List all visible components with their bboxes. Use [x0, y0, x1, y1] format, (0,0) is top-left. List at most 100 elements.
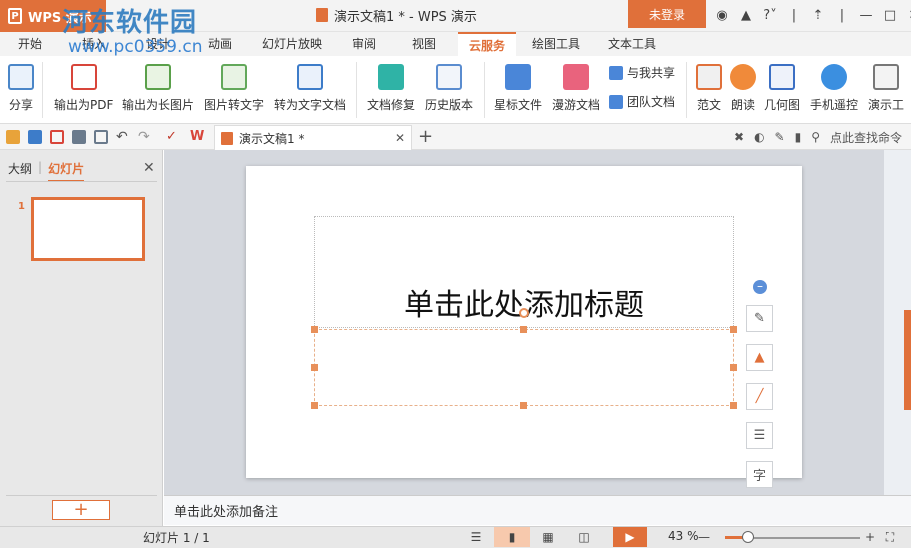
- edit-shape-icon[interactable]: ✎: [746, 305, 773, 332]
- resize-handle[interactable]: [730, 402, 737, 409]
- search-icon[interactable]: ⚲: [811, 130, 820, 144]
- close-icon[interactable]: ✕: [902, 8, 911, 23]
- doc-repair-label: 文档修复: [367, 98, 416, 112]
- export-pdf-label: 输出为PDF: [54, 98, 114, 112]
- rotate-handle[interactable]: [519, 308, 529, 318]
- search-command[interactable]: 点此查找命令: [830, 129, 902, 146]
- slide-thumbnail[interactable]: [31, 197, 145, 261]
- share-label: 分享: [8, 98, 33, 112]
- shirt-icon[interactable]: ▲: [734, 8, 758, 23]
- shape-icon[interactable]: ◐: [754, 130, 764, 144]
- restore-ribbon-icon[interactable]: ⇡: [806, 8, 830, 23]
- minimize-icon[interactable]: —: [854, 8, 878, 23]
- print-preview-icon[interactable]: [94, 130, 108, 144]
- export-pdf-icon[interactable]: [50, 130, 64, 144]
- presentation-tool-icon: [873, 64, 899, 90]
- templates-button[interactable]: 范文: [696, 60, 722, 113]
- starred-files-button[interactable]: 星标文件: [494, 60, 542, 113]
- phone-remote-button[interactable]: 手机遥控: [810, 60, 858, 113]
- roaming-docs-button[interactable]: 漫游文档: [552, 60, 600, 113]
- tab-outline[interactable]: 大纲: [8, 160, 32, 182]
- history-icon: [436, 64, 462, 90]
- checkmark-icon[interactable]: ✓: [166, 130, 180, 144]
- geometry-button[interactable]: 几何图: [764, 60, 800, 113]
- print-icon[interactable]: [72, 130, 86, 144]
- read-aloud-button[interactable]: 朗读: [730, 60, 756, 113]
- subtitle-placeholder-box[interactable]: [314, 329, 734, 406]
- resize-handle[interactable]: [730, 364, 737, 371]
- document-tab[interactable]: 演示文稿1 * ✕: [214, 125, 412, 150]
- pen-icon[interactable]: ✎: [775, 130, 785, 144]
- tab-slideshow[interactable]: 幻灯片放映: [254, 32, 330, 56]
- resize-handle[interactable]: [520, 326, 527, 333]
- menu-tab-bar: 开始 插入 设计 动画 幻灯片放映 审阅 视图 云服务 绘图工具 文本工具: [0, 32, 911, 56]
- app-menu-button[interactable]: P WPS 演示: [0, 0, 106, 32]
- scroll-indicator[interactable]: [904, 310, 911, 410]
- zoom-slider-knob[interactable]: [741, 531, 754, 543]
- image-to-text-button[interactable]: 图片转文字: [204, 60, 264, 113]
- save-icon[interactable]: [28, 130, 42, 144]
- toolbar-right: ✖ ◐ ✎ ▮ ⚲ 点此查找命令: [734, 124, 902, 150]
- divider: [6, 181, 157, 182]
- tab-view[interactable]: 视图: [402, 32, 446, 56]
- tab-drawing-tools[interactable]: 绘图工具: [524, 32, 588, 56]
- tab-cloud-service[interactable]: 云服务: [458, 32, 516, 56]
- text-icon[interactable]: 字: [746, 461, 773, 488]
- play-slideshow-button[interactable]: ▶: [613, 527, 647, 547]
- new-tab-icon[interactable]: +: [418, 126, 433, 147]
- undo-icon[interactable]: ↶: [116, 130, 130, 144]
- export-long-image-button[interactable]: 输出为长图片: [122, 60, 194, 113]
- zoom-in-icon[interactable]: +: [860, 527, 880, 547]
- zoom-out-icon[interactable]: —: [694, 527, 714, 547]
- open-folder-icon[interactable]: [6, 130, 20, 144]
- shared-icon: [609, 65, 623, 80]
- resize-handle[interactable]: [520, 402, 527, 409]
- maximize-icon[interactable]: □: [878, 8, 902, 23]
- fit-window-icon[interactable]: ⛶: [880, 527, 900, 547]
- sorter-view-icon[interactable]: ▦: [530, 527, 566, 547]
- tools-icon[interactable]: ✖: [734, 130, 744, 144]
- redo-icon[interactable]: ↷: [138, 130, 152, 144]
- close-panel-icon[interactable]: ✕: [143, 160, 155, 176]
- wps-w-icon[interactable]: W: [190, 130, 204, 144]
- resize-handle[interactable]: [730, 326, 737, 333]
- shared-with-me-button[interactable]: 与我共享: [609, 64, 675, 81]
- image-to-text-label: 图片转文字: [204, 98, 265, 112]
- history-button[interactable]: 历史版本: [425, 60, 473, 113]
- tab-design[interactable]: 设计: [136, 32, 180, 56]
- tab-animation[interactable]: 动画: [198, 32, 242, 56]
- resize-handle[interactable]: [311, 364, 318, 371]
- tab-slides[interactable]: 幻灯片: [48, 160, 85, 182]
- skin-icon[interactable]: ◉: [710, 8, 734, 23]
- tab-insert[interactable]: 插入: [72, 32, 116, 56]
- divider: [356, 62, 357, 118]
- normal-view-icon[interactable]: ▮: [494, 527, 530, 547]
- divider: [6, 495, 157, 496]
- close-tab-icon[interactable]: ✕: [395, 131, 405, 145]
- tab-review[interactable]: 审阅: [342, 32, 386, 56]
- more-tools-button[interactable]: 演示工: [868, 60, 904, 113]
- comment-icon[interactable]: ▮: [795, 130, 802, 144]
- to-text-doc-button[interactable]: 转为文字文档: [274, 60, 346, 113]
- tab-text-tools[interactable]: 文本工具: [600, 32, 664, 56]
- export-pdf-button[interactable]: 输出为PDF: [54, 60, 113, 113]
- share-button[interactable]: 分享: [8, 60, 34, 113]
- login-button[interactable]: 未登录: [628, 0, 706, 28]
- layers-icon[interactable]: ☰: [746, 422, 773, 449]
- outline-icon[interactable]: ╱: [746, 383, 773, 410]
- tab-home[interactable]: 开始: [10, 32, 50, 56]
- add-slide-button[interactable]: +: [52, 500, 110, 520]
- help-icon[interactable]: ?˅: [758, 8, 782, 23]
- doc-repair-button[interactable]: 文档修复: [367, 60, 415, 113]
- resize-handle[interactable]: [311, 326, 318, 333]
- shared-with-me-label: 与我共享: [627, 66, 676, 80]
- minus-icon[interactable]: –: [753, 280, 767, 294]
- roaming-label: 漫游文档: [552, 98, 601, 112]
- geometry-label: 几何图: [764, 98, 801, 112]
- team-docs-button[interactable]: 团队文档: [609, 93, 675, 110]
- notes-area[interactable]: 单击此处添加备注: [164, 495, 911, 525]
- notes-toggle-icon[interactable]: ☰: [458, 527, 494, 547]
- reading-view-icon[interactable]: ◫: [566, 527, 602, 547]
- resize-handle[interactable]: [311, 402, 318, 409]
- fill-icon[interactable]: ▲: [746, 344, 773, 371]
